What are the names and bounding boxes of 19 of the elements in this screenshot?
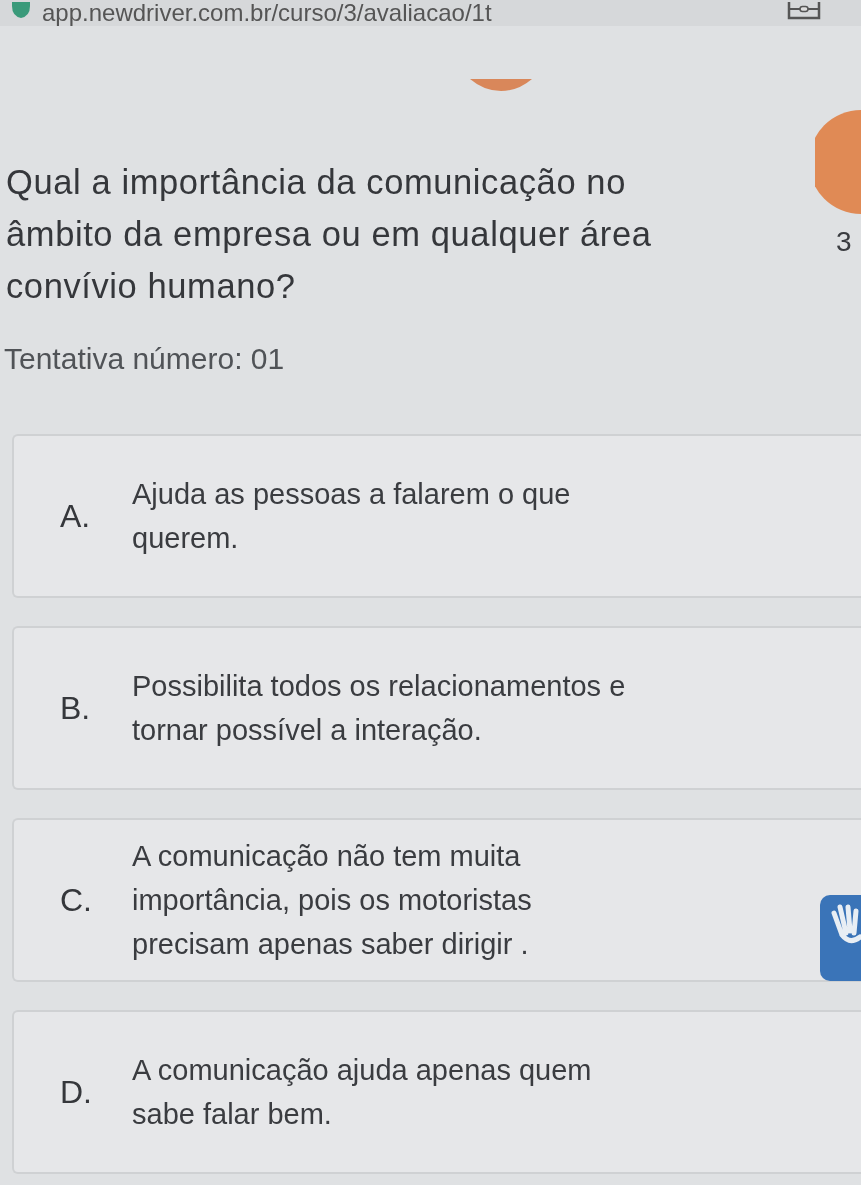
- option-text: Possibilita todos os relacionamentos e tornar possível a interação.: [132, 669, 626, 748]
- question-counter: 3: [836, 226, 852, 258]
- option-letter: A.: [60, 497, 92, 535]
- answer-option[interactable]: A. Ajuda as pessoas a falarem o que querem.: [12, 434, 861, 598]
- option-text: A comunicação ajuda apenas quem sabe falar bem.: [132, 1053, 592, 1132]
- option-letter: B.: [60, 689, 92, 727]
- hand-sign-icon[interactable]: [820, 895, 861, 981]
- shield-icon: [10, 2, 32, 18]
- attempt-number: Tentativa número: 01: [4, 342, 286, 376]
- answer-option[interactable]: C. A comunicação não tem muita importância, pois os motoristas precisam apenas saber dirigir .: [12, 818, 861, 982]
- option-text: A comunicação não tem muita importância, pois os motoristas precisam apenas saber dirigir .: [132, 839, 532, 962]
- answer-option[interactable]: B. Possibilita todos os relacionamentos e tornar possível a interação.: [12, 626, 861, 790]
- tab-switcher-icon[interactable]: [787, 2, 821, 20]
- question-text: Qual a importância da comunicação no âmbito da empresa ou em qualquer área convívio humano?: [6, 162, 652, 307]
- progress-arc-icon: [470, 78, 532, 92]
- answer-option[interactable]: D. A comunicação ajuda apenas quem sabe falar bem.: [12, 1010, 861, 1174]
- option-text: Ajuda as pessoas a falarem o que querem.: [132, 477, 571, 556]
- option-letter: C.: [60, 881, 93, 919]
- option-letter: D.: [60, 1073, 93, 1111]
